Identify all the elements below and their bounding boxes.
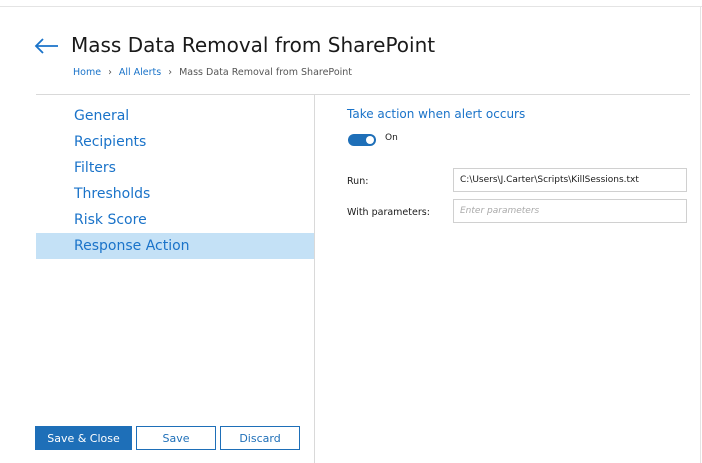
sidebar-item-risk-score[interactable]: Risk Score bbox=[36, 207, 314, 233]
toggle-label: On bbox=[385, 133, 398, 143]
breadcrumb-current: Mass Data Removal from SharePoint bbox=[179, 67, 353, 78]
breadcrumb-all-alerts-link[interactable]: All Alerts bbox=[119, 67, 161, 78]
sidebar-item-general[interactable]: General bbox=[36, 103, 314, 129]
sidebar-nav: General Recipients Filters Thresholds Ri… bbox=[36, 103, 314, 259]
sidebar-item-thresholds[interactable]: Thresholds bbox=[36, 181, 314, 207]
save-and-close-button[interactable]: Save & Close bbox=[35, 426, 132, 450]
action-toggle[interactable] bbox=[348, 134, 376, 146]
parameters-input[interactable] bbox=[453, 199, 687, 223]
breadcrumb: Home › All Alerts › Mass Data Removal from S… bbox=[73, 67, 352, 78]
page-title: Mass Data Removal from SharePoint bbox=[71, 33, 436, 57]
sidebar-item-filters[interactable]: Filters bbox=[36, 155, 314, 181]
window-right-border bbox=[700, 6, 701, 463]
section-title: Take action when alert occurs bbox=[347, 107, 526, 121]
breadcrumb-separator: › bbox=[168, 67, 173, 78]
header-divider bbox=[36, 94, 690, 95]
save-button[interactable]: Save bbox=[136, 426, 216, 450]
breadcrumb-home-link[interactable]: Home bbox=[73, 67, 101, 78]
sidebar-item-response-action[interactable]: Response Action bbox=[36, 233, 314, 259]
discard-button[interactable]: Discard bbox=[220, 426, 300, 450]
run-label: Run: bbox=[347, 176, 369, 187]
sidebar-divider bbox=[314, 95, 315, 463]
breadcrumb-separator: › bbox=[108, 67, 112, 78]
back-arrow-icon[interactable] bbox=[34, 36, 60, 56]
window-top-border bbox=[0, 6, 702, 7]
run-path-input[interactable] bbox=[453, 168, 687, 192]
toggle-knob bbox=[366, 136, 374, 144]
parameters-label: With parameters: bbox=[347, 207, 430, 218]
sidebar-item-recipients[interactable]: Recipients bbox=[36, 129, 314, 155]
